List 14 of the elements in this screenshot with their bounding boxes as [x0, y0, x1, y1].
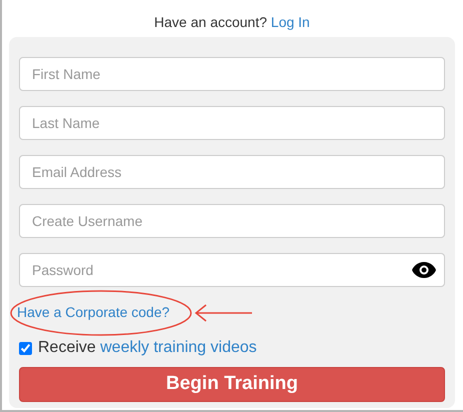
annotation-arrow [194, 304, 253, 322]
corporate-code-link[interactable]: Have a Corporate code? [17, 302, 170, 323]
account-prompt: Have an account? [154, 14, 268, 30]
password-field[interactable]: Password [19, 253, 445, 287]
input-field[interactable]: Last Name [19, 106, 445, 140]
newsletter-label: Receive weekly training videos [38, 338, 257, 358]
begin-training-button[interactable]: Begin Training [19, 367, 445, 402]
input-field[interactable]: First Name [19, 57, 445, 91]
weekly-videos-link[interactable]: weekly training videos [100, 339, 257, 356]
newsletter-checkbox[interactable] [19, 342, 32, 354]
login-link[interactable]: Log In [270, 14, 310, 30]
input-field[interactable]: Email Address [19, 155, 445, 189]
input-field[interactable]: Create Username [19, 204, 445, 238]
show-password-icon[interactable] [412, 262, 436, 278]
